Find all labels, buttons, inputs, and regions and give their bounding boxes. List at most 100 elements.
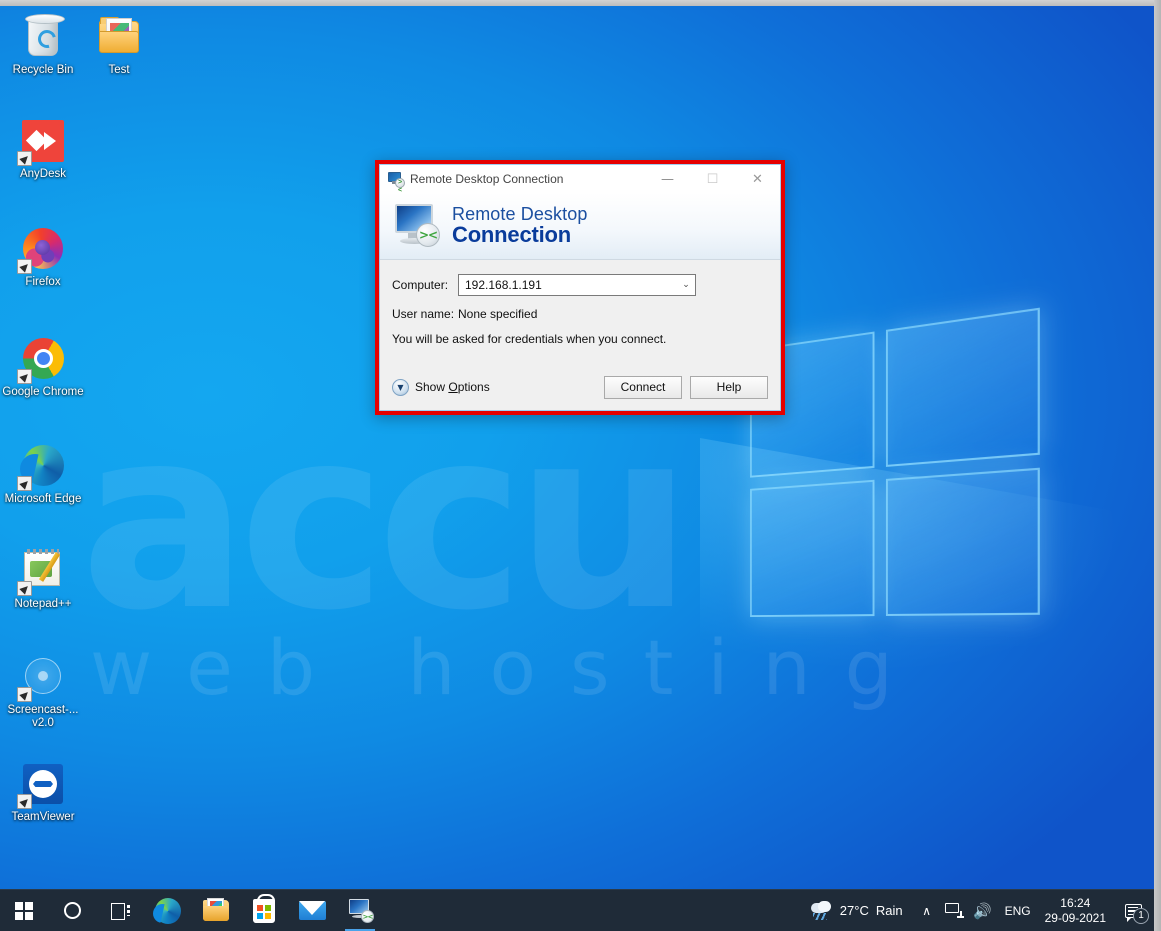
show-options-label: Show Options (415, 380, 490, 394)
windows-logo-wallpaper (750, 307, 1040, 631)
volume-button[interactable]: 🔊 (969, 890, 997, 931)
taskbar-microsoft-store[interactable] (240, 890, 288, 931)
weather-condition: Rain (875, 903, 903, 918)
clock-date: 29-09-2021 (1044, 910, 1106, 925)
remote-desktop-connection-dialog: >< Remote Desktop Connection — ☐ ✕ Remot… (379, 164, 781, 411)
maximize-button[interactable]: ☐ (690, 166, 735, 193)
shortcut-arrow-icon (17, 369, 32, 384)
weather-temperature: 27°C (839, 903, 869, 918)
desktop-icon-firefox[interactable]: Firefox (2, 225, 84, 289)
task-view-button[interactable] (96, 890, 144, 931)
capture-right-edge (1154, 0, 1161, 931)
notepad-plus-plus-icon (17, 547, 67, 596)
taskbar: >< 27°C Rain ∧ 🔊 ENG 16:24 29-09-2021 1 (0, 889, 1154, 931)
dialog-body: Computer: 192.168.1.191 ⌄ User name: Non… (380, 260, 780, 364)
close-button[interactable]: ✕ (735, 166, 780, 193)
taskbar-mail[interactable] (288, 890, 336, 931)
desktop-icon-label: Recycle Bin (12, 64, 74, 76)
wallpaper-watermark-primary: accu (80, 374, 693, 665)
shortcut-arrow-icon (17, 259, 32, 274)
desktop-icon-google-chrome[interactable]: Google Chrome (2, 335, 84, 399)
desktop-icon-screencast[interactable]: Screencast-... v2.0 (2, 653, 84, 730)
username-row: User name: None specified (392, 307, 766, 321)
network-icon (945, 903, 965, 918)
shortcut-arrow-icon (17, 687, 32, 702)
connect-button[interactable]: Connect (604, 375, 682, 399)
dialog-title: Remote Desktop Connection (410, 172, 564, 186)
computer-label: Computer: (392, 278, 449, 292)
desktop-icon-label: Test (108, 64, 130, 76)
desktop-icon-label: AnyDesk (19, 168, 67, 180)
show-options-pre: Show (415, 380, 449, 394)
desktop-icon-microsoft-edge[interactable]: Microsoft Edge (2, 442, 84, 506)
dialog-titlebar[interactable]: >< Remote Desktop Connection — ☐ ✕ (380, 165, 780, 194)
mail-envelope-icon (298, 901, 326, 920)
capture-top-edge (0, 0, 1161, 6)
taskbar-microsoft-edge[interactable] (144, 890, 192, 931)
desktop-icon-anydesk[interactable]: AnyDesk (2, 117, 84, 181)
chrome-icon (17, 335, 67, 384)
dialog-banner: Remote Desktop Connection (380, 193, 780, 260)
help-button[interactable]: Help (690, 375, 768, 399)
network-status-button[interactable] (941, 890, 969, 931)
speaker-icon: 🔊 (973, 901, 992, 920)
edge-icon (155, 897, 181, 924)
show-options-post: ptions (457, 380, 490, 394)
remote-desktop-logo-icon (390, 202, 444, 250)
firefox-icon (17, 225, 67, 274)
file-explorer-icon (203, 898, 229, 921)
screen: accu web hosting Recycle Bin Test AnyDes… (0, 0, 1161, 931)
store-bag-icon (253, 893, 275, 923)
desktop-icon-teamviewer[interactable]: TeamViewer (2, 760, 84, 824)
computer-combobox[interactable]: 192.168.1.191 ⌄ (458, 274, 696, 296)
screencast-icon (17, 653, 67, 702)
desktop-icon-label: Google Chrome (2, 386, 84, 398)
clock[interactable]: 16:24 29-09-2021 (1039, 896, 1116, 926)
desktop[interactable]: accu web hosting Recycle Bin Test AnyDes… (0, 5, 1154, 931)
anydesk-icon (17, 117, 67, 166)
taskbar-remote-desktop-connection[interactable]: >< (336, 890, 384, 931)
task-view-icon (110, 903, 130, 920)
desktop-icon-label: TeamViewer (11, 811, 75, 823)
start-button[interactable] (0, 890, 48, 931)
weather-widget[interactable]: 27°C Rain (803, 900, 913, 920)
username-label: User name: (392, 307, 455, 321)
system-tray: 27°C Rain ∧ 🔊 ENG 16:24 29-09-2021 1 (803, 890, 1154, 931)
circle-icon (63, 902, 81, 919)
remote-desktop-icon: >< (347, 898, 374, 923)
desktop-icon-notepad-plus-plus[interactable]: Notepad++ (2, 547, 84, 611)
minimize-button[interactable]: — (645, 166, 690, 193)
chevron-down-icon[interactable]: ⌄ (677, 275, 695, 295)
remote-desktop-connection-dialog-highlight: >< Remote Desktop Connection — ☐ ✕ Remot… (375, 160, 785, 415)
chevron-down-circle-icon: ▼ (392, 378, 409, 396)
recycle-bin-icon (19, 13, 67, 61)
edge-icon (17, 442, 67, 491)
teamviewer-icon (17, 760, 67, 809)
rain-cloud-icon (809, 900, 833, 920)
clock-time: 16:24 (1060, 895, 1091, 910)
shortcut-arrow-icon (17, 476, 32, 491)
cortana-search-button[interactable] (48, 890, 96, 931)
show-options-accelerator: O (448, 380, 458, 394)
credentials-note: You will be asked for credentials when y… (392, 332, 667, 346)
action-center-button[interactable]: 1 (1116, 890, 1150, 931)
desktop-icon-label: Screencast-... v2.0 (7, 704, 79, 729)
computer-input-value[interactable]: 192.168.1.191 (465, 278, 677, 292)
dialog-footer: ▼ Show Options Connect Help (380, 364, 780, 410)
chevron-up-icon: ∧ (922, 903, 931, 918)
shortcut-arrow-icon (17, 581, 32, 596)
computer-row: Computer: 192.168.1.191 ⌄ (392, 274, 766, 296)
show-options-button[interactable]: ▼ Show Options (392, 378, 596, 396)
desktop-icon-label: Firefox (25, 276, 61, 288)
shortcut-arrow-icon (17, 151, 32, 166)
username-value: None specified (458, 307, 538, 321)
desktop-icon-test[interactable]: Test (78, 13, 160, 77)
banner-headings: Remote Desktop Connection (452, 205, 587, 247)
show-hidden-icons-button[interactable]: ∧ (913, 890, 941, 931)
desktop-icon-label: Notepad++ (14, 598, 72, 610)
taskbar-file-explorer[interactable] (192, 890, 240, 931)
notification-badge: 1 (1133, 907, 1149, 924)
desktop-icon-recycle-bin[interactable]: Recycle Bin (2, 13, 84, 77)
language-indicator[interactable]: ENG (997, 904, 1039, 918)
banner-title-line2: Connection (452, 221, 571, 247)
